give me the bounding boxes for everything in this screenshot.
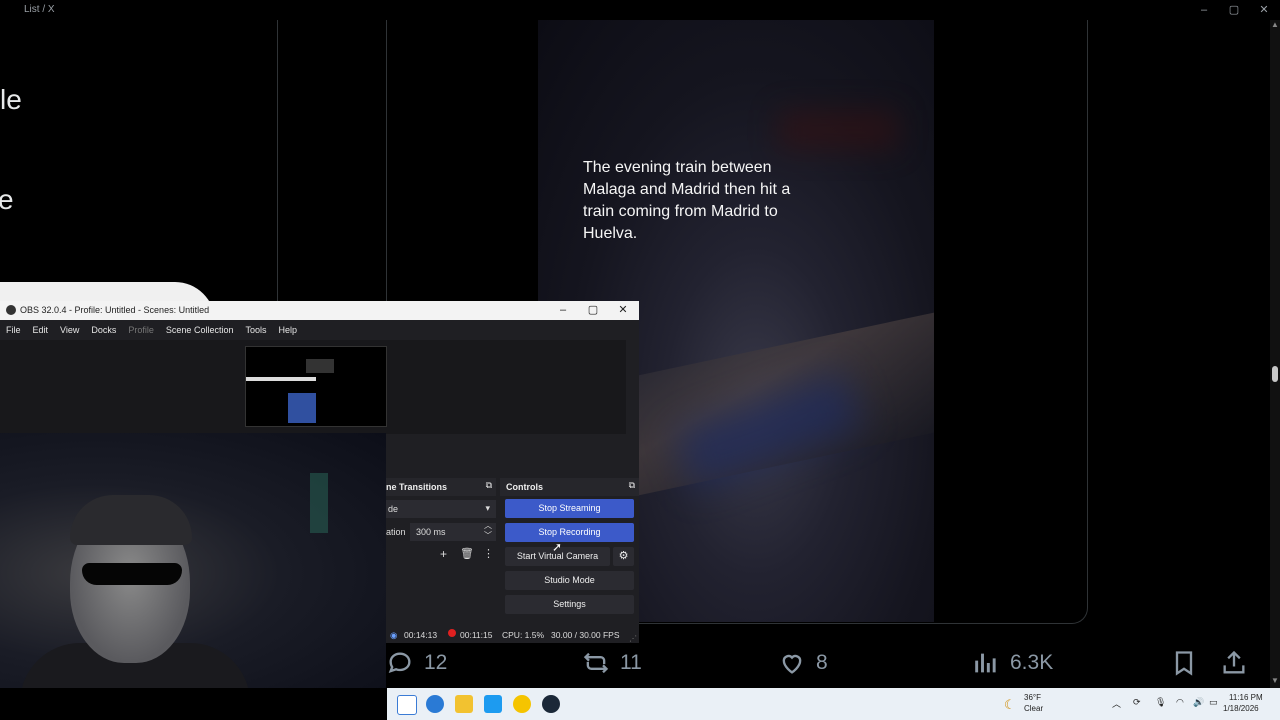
- transition-select[interactable]: de ▾: [386, 500, 496, 518]
- battery-icon[interactable]: ▭: [1209, 697, 1218, 708]
- share-button[interactable]: [1220, 646, 1248, 680]
- windows-taskbar: ☾ 36°F Clear ︿ ⟳ 🎙 ◠ 🔊 ▭ 11:16 PM 1/18/2…: [387, 688, 1280, 720]
- minimize-button[interactable]: –: [1196, 2, 1212, 18]
- controls-title: Controls: [506, 482, 543, 492]
- obs-maximize-button[interactable]: ▢: [582, 303, 604, 317]
- bookmark-button[interactable]: [1170, 646, 1198, 680]
- scene-transitions-title: ne Transitions: [386, 482, 448, 492]
- stop-streaming-button[interactable]: Stop Streaming: [505, 499, 634, 518]
- stream-time: 00:14:13: [404, 630, 438, 640]
- obs-title-bar: OBS 32.0.4 - Profile: Untitled - Scenes:…: [0, 301, 639, 320]
- steam-icon[interactable]: [542, 695, 560, 713]
- view-count: 6.3K: [1010, 651, 1054, 674]
- menu-tools[interactable]: Tools: [239, 320, 272, 340]
- obs-close-button[interactable]: ✕: [612, 303, 634, 317]
- menu-file[interactable]: File: [0, 320, 27, 340]
- reply-button[interactable]: 12: [386, 646, 447, 680]
- reply-icon: [388, 652, 411, 674]
- scrollbar[interactable]: [1270, 20, 1280, 688]
- menu-scene-collection[interactable]: Scene Collection: [160, 320, 240, 340]
- scroll-up-icon[interactable]: ▲: [1270, 20, 1280, 32]
- edge-browser-icon[interactable]: [426, 695, 444, 713]
- duration-value: 300 ms: [416, 527, 446, 537]
- undock-icon[interactable]: ⧉: [486, 480, 492, 491]
- record-time: 00:11:15: [460, 630, 493, 640]
- repost-button[interactable]: 11: [582, 646, 642, 680]
- heart-icon: [782, 654, 802, 674]
- like-count: 8: [816, 651, 828, 674]
- like-button[interactable]: 8: [778, 646, 828, 680]
- clock-time[interactable]: 11:16 PM: [1229, 693, 1263, 702]
- recording-icon: [448, 629, 456, 637]
- undock-icon[interactable]: ⧉: [629, 480, 635, 491]
- obs-preview-canvas: [245, 346, 387, 427]
- stop-recording-button[interactable]: Stop Recording: [505, 523, 634, 542]
- twitter-app-icon[interactable]: [484, 695, 502, 713]
- transition-select-value: de: [388, 504, 399, 514]
- file-explorer-icon[interactable]: [455, 695, 473, 713]
- cpu-usage: CPU: 1.5%: [502, 630, 545, 640]
- sync-icon[interactable]: ⟳: [1133, 697, 1141, 708]
- obs-status-bar: ◉ 00:14:13 00:11:15 CPU: 1.5% 30.00 / 30…: [386, 626, 639, 643]
- duration-label: ation: [386, 527, 406, 537]
- sidebar-text: e: [0, 184, 14, 215]
- menu-docks[interactable]: Docks: [85, 320, 122, 340]
- webcam-sunglasses: [82, 563, 182, 585]
- obs-window-title: OBS 32.0.4 - Profile: Untitled - Scenes:…: [20, 305, 210, 315]
- repost-icon: [583, 652, 609, 674]
- settings-button[interactable]: Settings: [505, 595, 634, 614]
- add-icon[interactable]: +: [440, 547, 447, 561]
- fps-readout: 30.00 / 30.00 FPS: [551, 630, 620, 640]
- maximize-button[interactable]: ▢: [1226, 2, 1242, 18]
- studio-mode-button[interactable]: Studio Mode: [505, 571, 634, 590]
- page-title: List / X: [24, 4, 55, 15]
- sidebar-text: le: [0, 84, 22, 115]
- weather-moon-icon: ☾: [1004, 697, 1016, 712]
- weather-desc: Clear: [1024, 704, 1044, 713]
- taskbar-app-icon[interactable]: [397, 695, 417, 715]
- show-hidden-icons-icon[interactable]: ︿: [1112, 697, 1121, 710]
- repost-count: 11: [620, 651, 642, 674]
- scrollbar-thumb[interactable]: [1272, 366, 1278, 382]
- webcam-feed: [0, 433, 386, 688]
- wifi-icon[interactable]: ◠: [1176, 697, 1184, 708]
- virtual-camera-settings-gear-icon[interactable]: ⚙: [613, 547, 634, 566]
- column-divider: [277, 20, 278, 301]
- webcam-background-light: [310, 473, 328, 533]
- chevron-down-icon: ▾: [485, 503, 490, 513]
- obs-menu-bar: File Edit View Docks Profile Scene Colle…: [0, 320, 639, 340]
- views-button[interactable]: 6.3K: [972, 646, 1053, 680]
- microphone-icon[interactable]: 🎙: [1155, 697, 1166, 708]
- spin-arrows-icon[interactable]: ︿ ﹀: [484, 521, 492, 541]
- resize-grip-icon[interactable]: ⋰: [629, 634, 637, 643]
- menu-profile[interactable]: Profile: [122, 320, 160, 340]
- bookmark-icon: [1175, 651, 1193, 676]
- close-button[interactable]: ✕: [1256, 2, 1272, 18]
- scene-transitions-dock-header: ne Transitions ⧉: [386, 478, 496, 496]
- reply-count: 12: [424, 651, 448, 674]
- video-caption: The evening train between Malaga and Mad…: [583, 159, 791, 242]
- analytics-icon: [975, 653, 996, 673]
- video-light: [778, 110, 898, 150]
- browser-title-bar: [0, 0, 1280, 20]
- duration-spinbox[interactable]: 300 ms ︿ ﹀: [410, 521, 496, 541]
- menu-view[interactable]: View: [54, 320, 85, 340]
- weather-temp: 36°F: [1024, 693, 1041, 702]
- menu-help[interactable]: Help: [272, 320, 303, 340]
- scroll-down-icon[interactable]: ▼: [1270, 676, 1280, 688]
- controls-dock-header: Controls ⧉: [500, 478, 639, 496]
- webcam-person-hair: [70, 495, 192, 545]
- more-icon[interactable]: ⋮: [483, 547, 494, 560]
- sticky-app-icon[interactable]: [513, 695, 531, 713]
- menu-edit[interactable]: Edit: [27, 320, 55, 340]
- mouse-cursor-icon: ➚: [552, 540, 563, 554]
- obs-logo-icon: [6, 305, 16, 315]
- streaming-icon: ◉: [390, 630, 398, 640]
- speaker-icon[interactable]: 🔊: [1193, 697, 1204, 708]
- trash-icon[interactable]: 🗑: [460, 547, 474, 560]
- obs-minimize-button[interactable]: –: [552, 303, 574, 317]
- share-icon: [1223, 650, 1245, 674]
- clock-date[interactable]: 1/18/2026: [1223, 704, 1259, 713]
